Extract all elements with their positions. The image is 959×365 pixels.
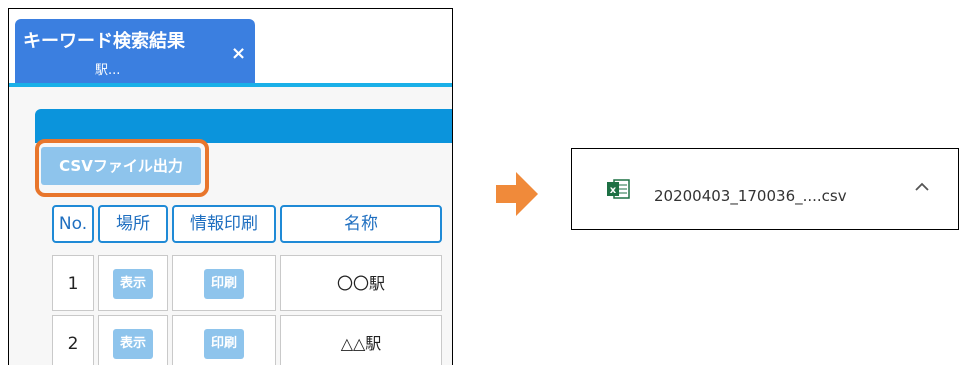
tab-keyword-results[interactable]: キーワード検索結果 駅... ×	[15, 19, 255, 85]
show-button[interactable]: 表示	[113, 269, 153, 299]
results-header-bar	[35, 109, 452, 143]
show-button[interactable]: 表示	[113, 329, 153, 359]
table-row-2-no: 2	[52, 315, 94, 365]
header-print: 情報印刷	[172, 205, 276, 243]
print-button[interactable]: 印刷	[204, 329, 244, 359]
table-row-1-place: 表示	[98, 255, 168, 311]
table-row-1-no: 1	[52, 255, 94, 311]
chevron-up-icon[interactable]	[914, 181, 930, 193]
csv-button-highlight	[35, 139, 209, 197]
download-filename[interactable]: 20200403_170036_....csv	[654, 187, 847, 205]
header-place: 場所	[98, 205, 168, 243]
tab-subtitle: 駅...	[95, 63, 121, 78]
table-row-2-place: 表示	[98, 315, 168, 365]
header-no: No.	[52, 205, 94, 243]
search-results-panel: キーワード検索結果 駅... × CSVファイル出力 No. 場所 情報印刷 名…	[8, 8, 453, 365]
print-button[interactable]: 印刷	[204, 269, 244, 299]
right-arrow-icon	[496, 172, 538, 216]
table-row-2-print: 印刷	[172, 315, 276, 365]
excel-icon: x	[607, 179, 630, 199]
download-bar: x 20200403_170036_....csv	[571, 148, 959, 230]
svg-text:x: x	[610, 185, 617, 196]
header-name: 名称	[280, 205, 442, 243]
table-row-2-name: △△駅	[280, 315, 442, 365]
tab-title: キーワード検索結果	[23, 31, 185, 52]
table-row-1-print: 印刷	[172, 255, 276, 311]
table-row-1-name: 〇〇駅	[280, 255, 442, 311]
close-icon[interactable]: ×	[231, 45, 246, 63]
